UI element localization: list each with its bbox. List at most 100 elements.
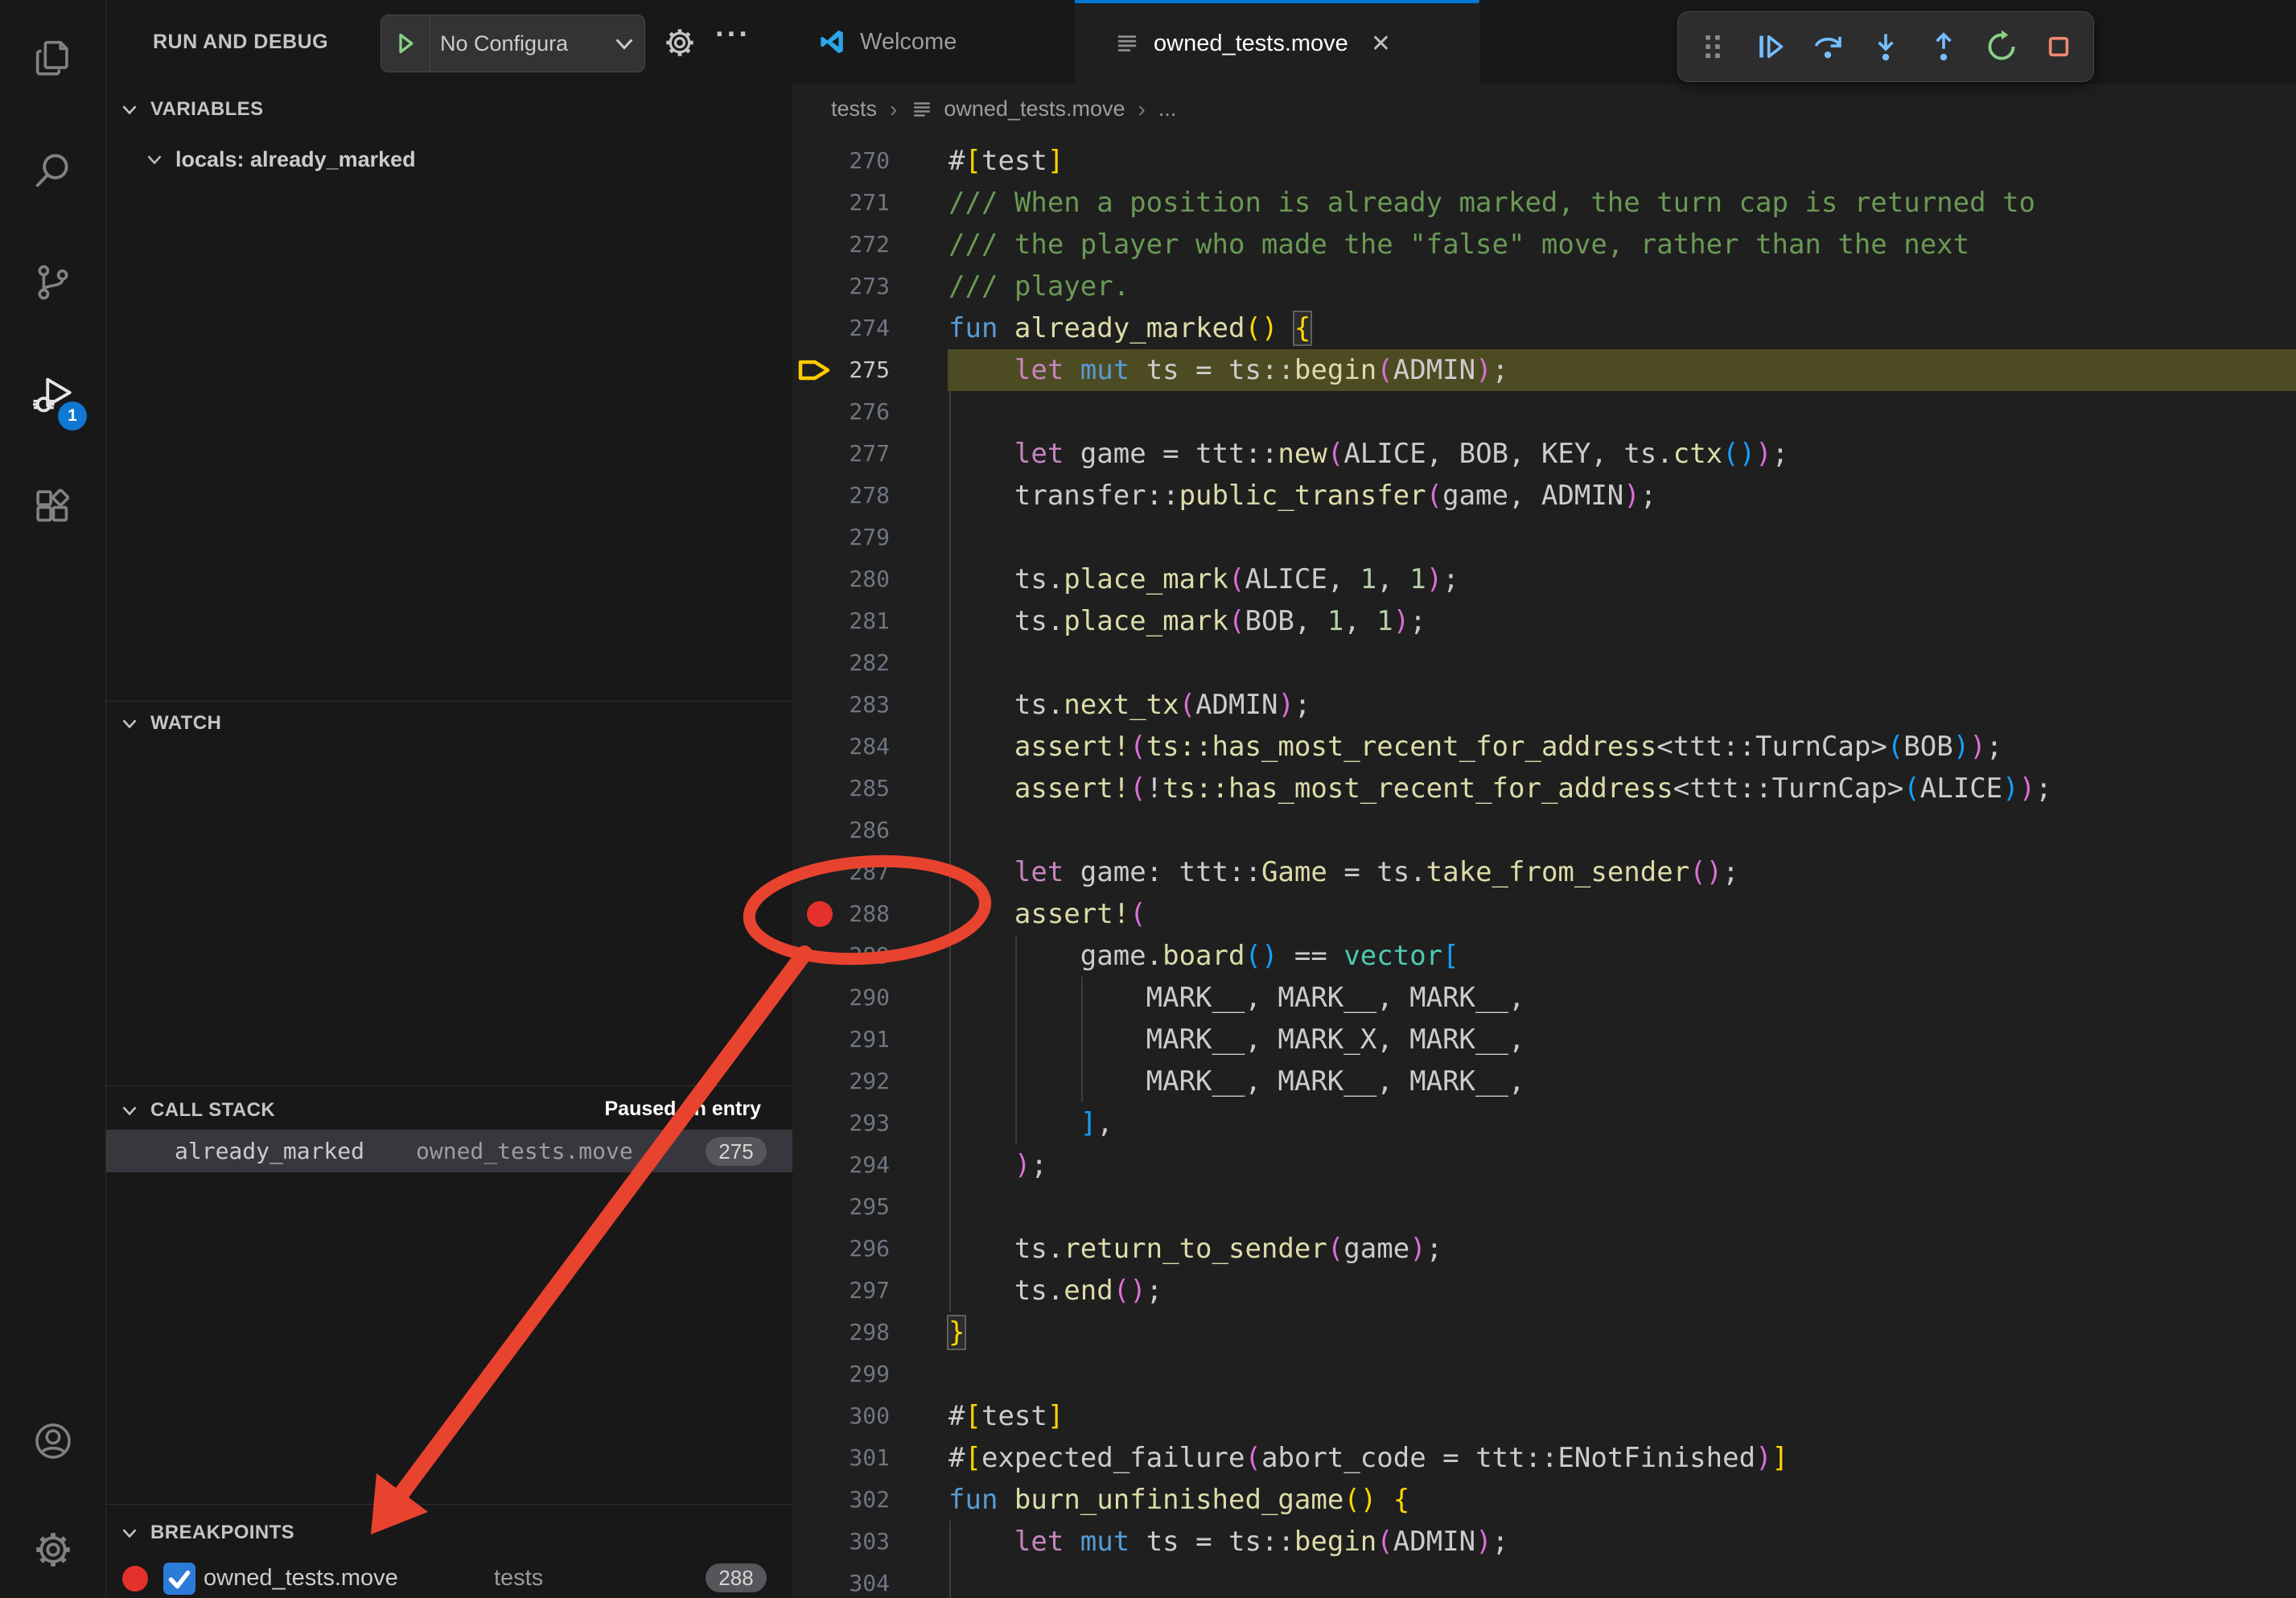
more-actions-icon[interactable]: ··· [715,18,751,52]
code-line-282[interactable]: 282 [792,642,2296,684]
section-divider [105,701,792,702]
activity-item-accounts[interactable] [0,1396,105,1485]
code-line-301[interactable]: 301#[expected_failure(abort_code = ttt::… [792,1437,2296,1479]
section-breakpoints[interactable]: BREAKPOINTS [105,1512,792,1554]
line-number: 271 [792,182,890,224]
code-line-289[interactable]: 289 game.board() == vector[ [792,935,2296,977]
activity-item-settings[interactable] [0,1505,105,1593]
line-number: 279 [792,517,890,558]
code-text: fun already_marked() { [948,307,1311,349]
code-line-277[interactable]: 277 let game = ttt::new(ALICE, BOB, KEY,… [792,433,2296,475]
code-text: ], [948,1102,1113,1144]
code-line-304[interactable]: 304 [792,1563,2296,1598]
section-watch[interactable]: WATCH [105,702,792,744]
variables-scope-row[interactable]: locals: already_marked [105,138,792,180]
code-text: fun burn_unfinished_game() { [948,1479,1409,1521]
tab-owned-tests-move[interactable]: owned_tests.move ✕ [1075,0,1479,84]
code-line-272[interactable]: 272/// the player who made the "false" m… [792,224,2296,266]
tab-welcome[interactable]: Welcome [792,0,1076,84]
code-text: #[expected_failure(abort_code = ttt::ENo… [948,1437,1788,1479]
gear-icon [31,1526,76,1571]
step-into-button[interactable] [1862,23,1909,70]
code-line-286[interactable]: 286 [792,809,2296,851]
activity-item-run-and-debug[interactable]: 1 [0,352,105,440]
code-line-292[interactable]: 292 MARK__, MARK__, MARK__, [792,1061,2296,1102]
code-line-294[interactable]: 294 ); [792,1144,2296,1186]
code-line-300[interactable]: 300#[test] [792,1395,2296,1437]
step-out-button[interactable] [1920,23,1967,70]
tab-label[interactable]: owned_tests.move [1154,31,1348,57]
drag-handle-icon[interactable] [1689,23,1736,70]
line-number: 289 [792,935,890,977]
step-over-button[interactable] [1804,23,1851,70]
code-text: } [948,1312,965,1353]
launch-config-label[interactable]: No Configura [430,31,614,56]
activity-item-search[interactable] [0,126,105,215]
stop-button[interactable] [2035,23,2082,70]
call-stack-frame-row[interactable]: already_marked owned_tests.move 275 [105,1130,792,1172]
code-line-297[interactable]: 297 ts.end(); [792,1270,2296,1312]
code-line-295[interactable]: 295 [792,1186,2296,1228]
activity-item-source-control[interactable] [0,238,105,327]
chevron-down-icon[interactable] [120,100,139,119]
restart-button[interactable] [1978,23,2025,70]
start-debugging-icon[interactable] [381,16,430,71]
code-line-284[interactable]: 284 assert!(ts::has_most_recent_for_addr… [792,726,2296,768]
code-line-291[interactable]: 291 MARK__, MARK_X, MARK__, [792,1019,2296,1061]
breakpoint-row[interactable]: owned_tests.move tests 288 [105,1559,792,1598]
code-line-285[interactable]: 285 assert!(!ts::has_most_recent_for_add… [792,768,2296,809]
run-and-debug-sidebar: RUN AND DEBUG No Configura ··· [105,0,792,1598]
code-line-283[interactable]: 283 ts.next_tx(ADMIN); [792,684,2296,726]
code-line-270[interactable]: 270#[test] [792,140,2296,182]
section-label: BREAKPOINTS [150,1522,294,1544]
sidebar-header: RUN AND DEBUG No Configura ··· [105,0,792,85]
code-line-303[interactable]: 303 let mut ts = ts::begin(ADMIN); [792,1521,2296,1563]
chevron-down-icon[interactable] [120,1523,139,1542]
line-number: 300 [792,1395,890,1437]
chevron-down-icon[interactable] [614,33,644,54]
frame-line-badge: 275 [706,1137,767,1166]
chevron-down-icon[interactable] [120,714,139,733]
launch-config-dropdown[interactable]: No Configura [381,14,645,72]
code-editor[interactable]: 270#[test]271/// When a position is alre… [792,134,2296,1598]
line-number: 294 [792,1144,890,1186]
code-line-275[interactable]: 275 let mut ts = ts::begin(ADMIN); [792,349,2296,391]
code-line-274[interactable]: 274fun already_marked() { [792,307,2296,349]
debug-settings-gear-icon[interactable] [662,25,697,60]
line-number: 285 [792,768,890,809]
chevron-down-icon[interactable] [145,150,164,169]
breakpoint-checkbox[interactable] [163,1563,195,1595]
breadcrumb-file[interactable]: owned_tests.move [944,97,1125,121]
line-number: 304 [792,1563,890,1598]
code-text: transfer::public_transfer(game, ADMIN); [948,475,1656,517]
code-line-273[interactable]: 273/// player. [792,266,2296,307]
line-number: 298 [792,1312,890,1353]
code-line-278[interactable]: 278 transfer::public_transfer(game, ADMI… [792,475,2296,517]
code-line-302[interactable]: 302fun burn_unfinished_game() { [792,1479,2296,1521]
code-line-298[interactable]: 298} [792,1312,2296,1353]
activity-item-extensions[interactable] [0,463,105,552]
continue-button[interactable] [1747,23,1794,70]
breadcrumb-folder[interactable]: tests [831,97,877,121]
code-text: MARK__, MARK_X, MARK__, [948,1019,1524,1061]
code-line-280[interactable]: 280 ts.place_mark(ALICE, 1, 1); [792,558,2296,600]
code-line-290[interactable]: 290 MARK__, MARK__, MARK__, [792,977,2296,1019]
code-line-288[interactable]: 288 assert!( [792,893,2296,935]
code-line-299[interactable]: 299 [792,1353,2296,1395]
chevron-down-icon[interactable] [120,1101,139,1120]
code-line-296[interactable]: 296 ts.return_to_sender(game); [792,1228,2296,1270]
code-line-276[interactable]: 276 [792,391,2296,433]
frame-function-name: already_marked [175,1130,364,1172]
code-line-271[interactable]: 271/// When a position is already marked… [792,182,2296,224]
code-line-281[interactable]: 281 ts.place_mark(BOB, 1, 1); [792,600,2296,642]
activity-item-explorer[interactable] [0,14,105,102]
breadcrumb-symbol[interactable]: ... [1158,97,1177,121]
code-line-293[interactable]: 293 ], [792,1102,2296,1144]
section-variables[interactable]: VARIABLES [105,89,792,130]
code-line-279[interactable]: 279 [792,517,2296,558]
files-icon [30,35,76,81]
line-number: 293 [792,1102,890,1144]
tab-label[interactable]: Welcome [860,29,957,56]
code-line-287[interactable]: 287 let game: ttt::Game = ts.take_from_s… [792,851,2296,893]
close-icon[interactable]: ✕ [1371,30,1391,58]
